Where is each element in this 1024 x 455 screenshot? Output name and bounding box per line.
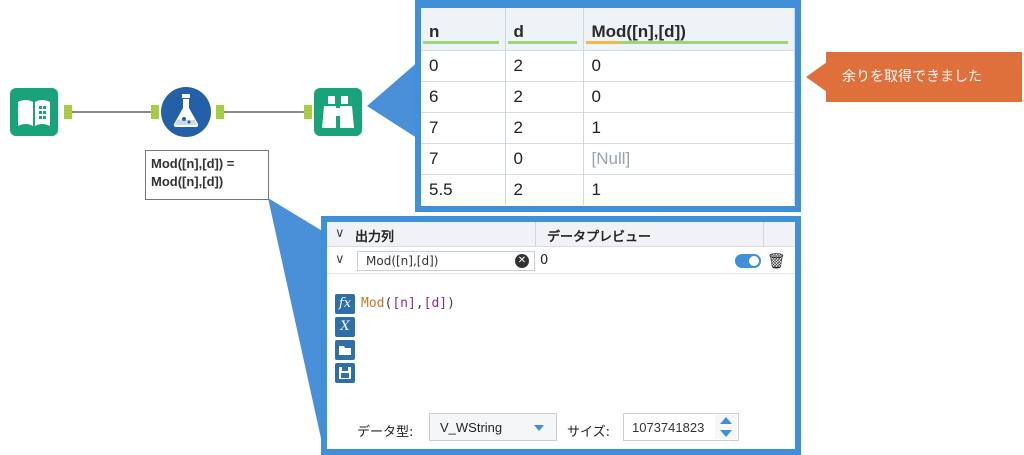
data-type-select[interactable]: V_WString	[429, 413, 557, 441]
save-icon[interactable]	[335, 363, 355, 383]
chevron-down-icon	[534, 425, 544, 431]
connection-line	[70, 111, 152, 113]
chevron-up-icon[interactable]	[720, 417, 732, 424]
formula-config-panel: ∨ 出力列 データプレビュー ∨ Mod([n],[d]) ✕ 0 🗑 fx X…	[321, 216, 801, 455]
chevron-down-icon[interactable]: ∨	[335, 252, 345, 267]
toggle-switch[interactable]	[735, 254, 761, 268]
output-column-header: 出力列	[355, 230, 395, 245]
input-anchor[interactable]	[304, 105, 312, 119]
table-row[interactable]: 5.5 2 1	[421, 173, 795, 205]
table-row[interactable]: 7 0 [Null]	[421, 142, 795, 174]
config-footer: データ型: V_WString サイズ: 1073741823	[357, 409, 795, 449]
results-table: n d Mod([n],[d]) 020 620 721 7 0 [Null] 5.…	[421, 8, 795, 205]
flask-icon	[161, 87, 211, 137]
results-grid: n d Mod([n],[d]) 020 620 721 7 0 [Null] 5.…	[415, 0, 801, 212]
table-row[interactable]: 620	[421, 80, 795, 112]
table-row[interactable]: 020	[421, 49, 795, 81]
size-stepper[interactable]	[715, 415, 737, 439]
input-anchor[interactable]	[151, 105, 159, 119]
connection-line	[222, 111, 306, 113]
data-type-label: データ型:	[357, 425, 414, 440]
annotation-note: 余りを取得できました	[826, 52, 1022, 102]
data-preview-header: データプレビュー	[547, 230, 652, 245]
formula-tool[interactable]	[160, 86, 211, 137]
output-anchor[interactable]	[64, 105, 72, 119]
browse-tool[interactable]	[314, 88, 362, 136]
column-header[interactable]: d	[505, 8, 584, 50]
trash-icon[interactable]: 🗑	[767, 252, 786, 270]
chevron-down-icon[interactable]	[720, 430, 732, 437]
size-label: サイズ:	[567, 425, 610, 440]
binoculars-icon	[314, 88, 362, 136]
null-value: [Null]	[583, 142, 795, 174]
formula-annotation: Mod([n],[d]) = Mod([n],[d])	[145, 150, 269, 200]
column-header[interactable]: n	[421, 8, 506, 50]
expression-editor[interactable]: Mod([n],[d])	[361, 296, 455, 311]
folder-open-icon[interactable]	[335, 340, 355, 360]
clear-icon[interactable]: ✕	[515, 254, 529, 268]
output-anchor[interactable]	[216, 105, 224, 119]
input-data-tool[interactable]	[10, 88, 58, 136]
preview-value: 0	[540, 253, 549, 268]
column-header[interactable]: Mod([n],[d])	[583, 8, 795, 50]
fx-icon[interactable]: fx	[335, 294, 355, 314]
chevron-down-icon[interactable]: ∨	[335, 226, 345, 241]
expression-tools: fx X	[335, 294, 357, 386]
book-icon	[10, 88, 58, 136]
expression-row: ∨ Mod([n],[d]) ✕ 0 🗑	[327, 248, 795, 274]
table-row[interactable]: 721	[421, 111, 795, 143]
output-field-input[interactable]: Mod([n],[d])	[357, 251, 535, 271]
config-header: ∨ 出力列 データプレビュー	[327, 222, 795, 247]
variable-icon[interactable]: X	[335, 317, 355, 337]
note-pointer	[806, 62, 827, 92]
